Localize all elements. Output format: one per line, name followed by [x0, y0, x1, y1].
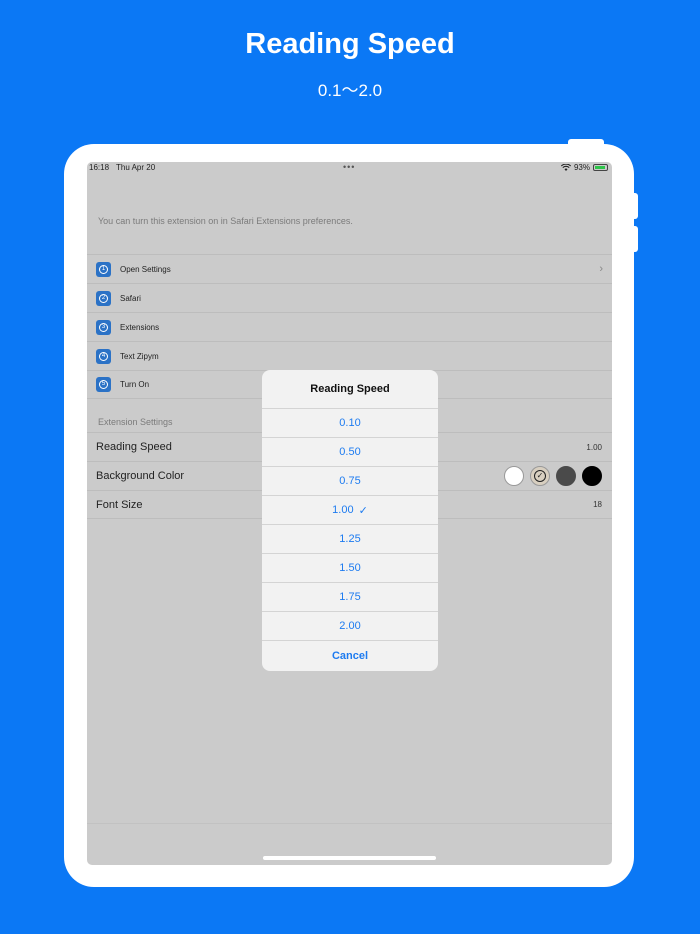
step-text-zipym: 4 Text Zipym [87, 341, 612, 370]
divider [87, 823, 612, 824]
battery-percent: 93% [573, 163, 590, 172]
step-label: Open Settings [120, 264, 171, 274]
step-label: Safari [120, 293, 141, 303]
battery-icon [593, 164, 608, 171]
speed-option-1-75[interactable]: 1.75 [262, 583, 438, 612]
background-color-label: Background Color [96, 470, 185, 482]
reading-speed-action-sheet: Reading Speed 0.10 0.50 0.75 1.00 ✓ 1.25… [262, 370, 438, 671]
swatch-black[interactable] [582, 466, 602, 486]
step-label: Text Zipym [120, 351, 159, 361]
status-time: 16:18 [89, 163, 110, 172]
step-number-icon: 4 [96, 348, 111, 364]
speed-option-0-75[interactable]: 0.75 [262, 467, 438, 496]
speed-option-0-10[interactable]: 0.10 [262, 409, 438, 438]
step-number-icon: 1 [96, 261, 111, 277]
status-right: 93% [560, 163, 608, 172]
font-size-label: Font Size [96, 498, 143, 511]
reading-speed-label: Reading Speed [96, 441, 172, 453]
cancel-button[interactable]: Cancel [262, 641, 438, 670]
step-number-icon: 2 [96, 290, 111, 306]
step-number-icon: 3 [96, 319, 111, 335]
wifi-icon [560, 164, 571, 171]
speed-option-label: 1.00 [332, 504, 354, 516]
speed-option-0-50[interactable]: 0.50 [262, 438, 438, 467]
step-safari: 2 Safari [87, 283, 612, 312]
enable-extension-hint: You can turn this extension on in Safari… [98, 216, 353, 226]
extension-settings-header: Extension Settings [98, 417, 173, 427]
chevron-right-icon: › [599, 263, 603, 275]
speed-option-1-00[interactable]: 1.00 ✓ [262, 496, 438, 525]
color-swatches: ✓ [504, 466, 602, 486]
step-label: Extensions [120, 322, 160, 332]
reading-speed-value: 1.00 [586, 442, 602, 452]
speed-option-1-25[interactable]: 1.25 [262, 525, 438, 554]
step-open-settings[interactable]: 1 Open Settings › [87, 254, 612, 283]
step-label: Turn On [120, 380, 150, 389]
sheet-title: Reading Speed [262, 370, 438, 409]
multitasking-dots-icon[interactable]: ••• [343, 162, 355, 172]
speed-option-2-00[interactable]: 2.00 [262, 612, 438, 641]
status-bar: 16:18 Thu Apr 20 ••• 93% [87, 162, 612, 174]
status-date: Thu Apr 20 [116, 163, 156, 172]
step-extensions: 3 Extensions [87, 312, 612, 341]
swatch-dark-gray[interactable] [556, 466, 576, 486]
swatch-white[interactable] [504, 466, 524, 486]
speed-option-1-50[interactable]: 1.50 [262, 554, 438, 583]
checkmark-icon: ✓ [534, 470, 546, 482]
swatch-beige-selected[interactable]: ✓ [530, 466, 550, 486]
promo-subtitle: 0.1～2.0 [317, 81, 383, 100]
promo-title: Reading Speed [245, 28, 455, 60]
home-indicator[interactable] [263, 856, 436, 860]
step-number-icon: 5 [96, 377, 111, 392]
checkmark-icon: ✓ [358, 504, 368, 517]
font-size-value: 18 [593, 500, 602, 509]
